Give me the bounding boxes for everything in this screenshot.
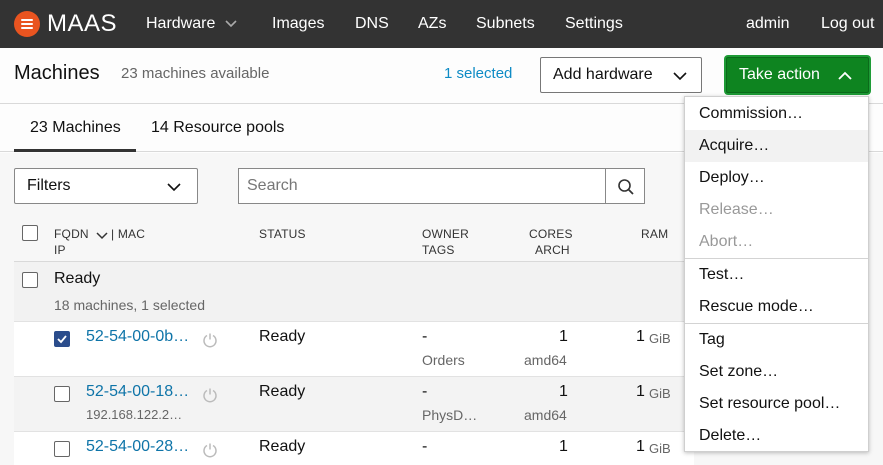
nav-dns[interactable]: DNS bbox=[355, 14, 389, 34]
machine-arch: amd64 bbox=[524, 352, 567, 368]
menu-item-tag[interactable]: Tag bbox=[685, 324, 868, 356]
add-hardware-label: Add hardware bbox=[553, 66, 653, 83]
machine-fqdn[interactable]: 52-54-00-0b… bbox=[86, 328, 189, 346]
group-row-ready: Ready 18 machines, 1 selected bbox=[14, 262, 694, 322]
nav-user[interactable]: admin bbox=[746, 14, 790, 34]
machine-owner: - bbox=[422, 438, 428, 455]
machine-ram-unit: GiB bbox=[649, 331, 671, 346]
filters-label: Filters bbox=[27, 177, 71, 194]
machine-owner: - bbox=[422, 383, 428, 400]
checkmark-icon bbox=[57, 335, 67, 344]
column-arch: ARCH bbox=[535, 243, 570, 257]
machine-cores: 1 bbox=[559, 383, 568, 400]
take-action-label: Take action bbox=[739, 66, 820, 83]
machine-cores: 1 bbox=[559, 328, 568, 345]
nav-settings[interactable]: Settings bbox=[565, 14, 623, 34]
machine-status: Ready bbox=[259, 438, 306, 455]
group-checkbox[interactable] bbox=[22, 272, 38, 288]
group-meta: 18 machines, 1 selected bbox=[54, 297, 205, 313]
tab-resource-pools[interactable]: 14 Resource pools bbox=[151, 119, 284, 137]
machine-ram: 1 bbox=[636, 383, 645, 400]
sort-chevron-icon[interactable] bbox=[96, 230, 108, 240]
column-ram[interactable]: RAM bbox=[641, 226, 668, 242]
take-action-menu: Commission… Acquire… Deploy… Release… Ab… bbox=[684, 96, 869, 452]
column-fqdn[interactable]: FQDN bbox=[54, 226, 89, 242]
table-header: FQDN | MAC IP STATUS OWNER TAGS CORES AR… bbox=[14, 214, 694, 262]
menu-item-deploy[interactable]: Deploy… bbox=[685, 162, 868, 194]
row-checkbox[interactable] bbox=[54, 441, 70, 457]
column-cores[interactable]: CORES bbox=[529, 226, 573, 242]
menu-item-rescue-mode[interactable]: Rescue mode… bbox=[685, 291, 868, 323]
machine-owner: - bbox=[422, 328, 428, 345]
machine-ram-unit: GiB bbox=[649, 441, 671, 456]
add-hardware-button[interactable]: Add hardware bbox=[540, 57, 702, 93]
search-button[interactable] bbox=[605, 168, 645, 204]
machine-status: Ready bbox=[259, 328, 306, 345]
machine-cores: 1 bbox=[559, 438, 568, 455]
column-tags: TAGS bbox=[422, 243, 455, 257]
menu-item-delete[interactable]: Delete… bbox=[685, 420, 868, 452]
column-mac[interactable]: | MAC bbox=[111, 226, 145, 242]
group-title: Ready bbox=[54, 270, 101, 287]
nav-subnets[interactable]: Subnets bbox=[476, 14, 535, 34]
table-row[interactable]: 52-54-00-0b… Ready - Orders 1 amd64 1 Gi… bbox=[14, 322, 694, 377]
power-icon bbox=[203, 333, 217, 348]
menu-item-release: Release… bbox=[699, 201, 774, 218]
chevron-down-icon bbox=[673, 72, 687, 81]
search-icon bbox=[618, 179, 634, 195]
machine-tags: PhysD… bbox=[422, 407, 478, 423]
page-title: Machines bbox=[14, 62, 100, 84]
logo-text: MAAS bbox=[47, 10, 118, 37]
machine-status: Ready bbox=[259, 383, 306, 400]
nav-images[interactable]: Images bbox=[272, 14, 324, 34]
machine-arch: amd64 bbox=[524, 407, 567, 423]
column-ip: IP bbox=[54, 243, 66, 257]
machine-fqdn[interactable]: 52-54-00-18… bbox=[86, 383, 189, 401]
machines-available-count: 23 machines available bbox=[121, 65, 270, 82]
table-row[interactable]: 52-54-00-28… Ready - 1 1 GiB bbox=[14, 432, 694, 465]
tab-machines[interactable]: 23 Machines bbox=[30, 119, 121, 137]
machine-tags: Orders bbox=[422, 352, 465, 368]
power-icon bbox=[203, 388, 217, 403]
nav-logout[interactable]: Log out bbox=[821, 14, 874, 34]
chevron-down-icon bbox=[167, 183, 181, 192]
table-row[interactable]: 52-54-00-18… 192.168.122.2… Ready - Phys… bbox=[14, 377, 694, 432]
top-navigation: MAAS Hardware Images DNS AZs Subnets Set… bbox=[0, 0, 883, 48]
menu-item-abort: Abort… bbox=[699, 233, 754, 250]
machine-ip: 192.168.122.2… bbox=[86, 407, 183, 422]
menu-item-set-resource-pool[interactable]: Set resource pool… bbox=[685, 388, 868, 420]
power-icon bbox=[203, 443, 217, 458]
menu-item-acquire[interactable]: Acquire… bbox=[685, 130, 868, 162]
machine-ram: 1 bbox=[636, 438, 645, 455]
take-action-button[interactable]: Take action bbox=[726, 57, 869, 93]
selected-count: 1 selected bbox=[444, 65, 513, 82]
search-input[interactable] bbox=[238, 168, 606, 204]
column-status[interactable]: STATUS bbox=[259, 226, 306, 242]
nav-hardware[interactable]: Hardware bbox=[146, 14, 215, 34]
nav-azs[interactable]: AZs bbox=[418, 14, 446, 34]
menu-item-commission[interactable]: Commission… bbox=[685, 98, 868, 130]
row-checkbox[interactable] bbox=[54, 331, 70, 347]
machine-ram: 1 bbox=[636, 328, 645, 345]
machine-fqdn[interactable]: 52-54-00-28… bbox=[86, 438, 189, 456]
select-all-checkbox[interactable] bbox=[22, 225, 38, 241]
active-tab-indicator bbox=[14, 149, 136, 152]
menu-item-set-zone[interactable]: Set zone… bbox=[685, 356, 868, 388]
maas-logo[interactable]: MAAS bbox=[14, 10, 117, 38]
machine-ram-unit: GiB bbox=[649, 386, 671, 401]
menu-item-test[interactable]: Test… bbox=[685, 259, 868, 291]
filters-dropdown[interactable]: Filters bbox=[14, 168, 198, 204]
chevron-up-icon bbox=[838, 71, 852, 80]
maas-logo-icon bbox=[14, 11, 40, 37]
chevron-down-icon[interactable] bbox=[224, 16, 238, 30]
column-owner[interactable]: OWNER bbox=[422, 226, 469, 242]
row-checkbox[interactable] bbox=[54, 386, 70, 402]
